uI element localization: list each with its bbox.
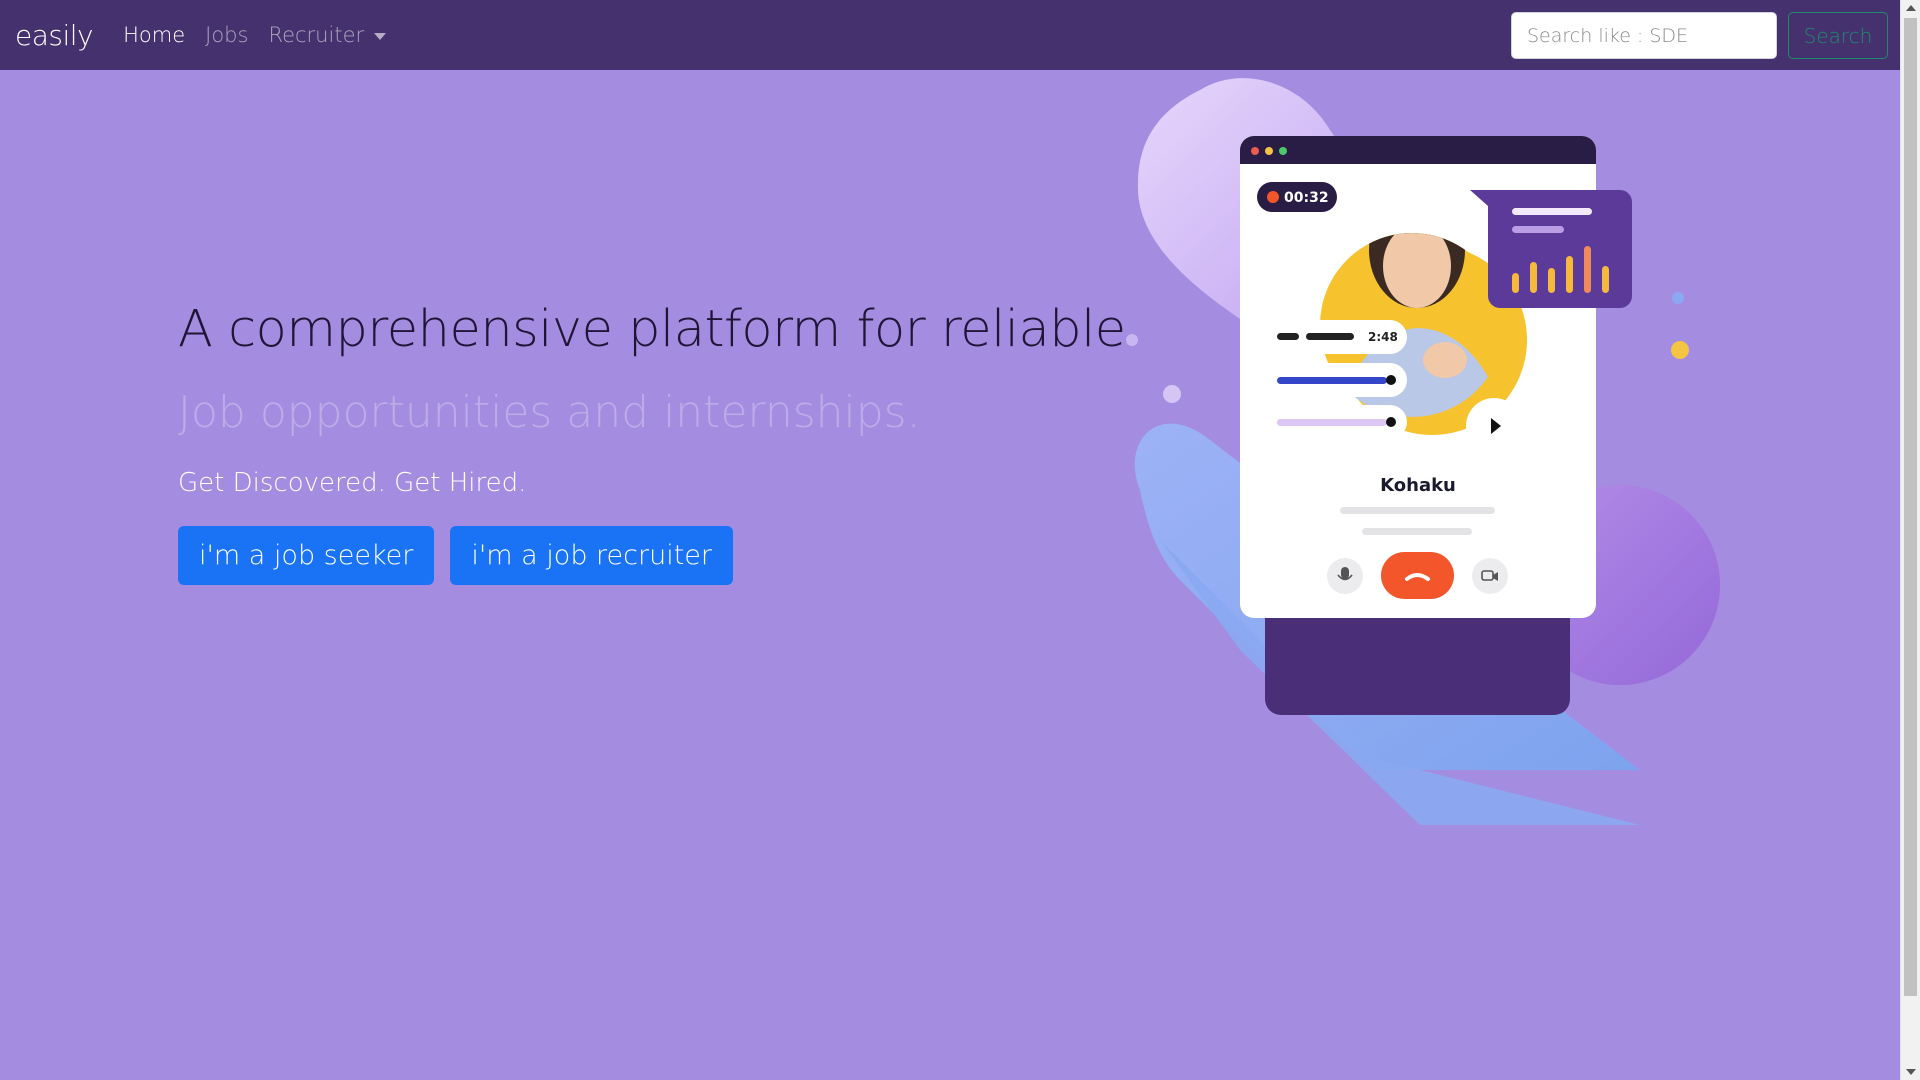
nav-link-jobs[interactable]: Jobs: [205, 23, 248, 47]
vertical-scrollbar[interactable]: [1900, 0, 1920, 1080]
scroll-thumb[interactable]: [1904, 18, 1917, 996]
timer-text: 00:32: [1284, 190, 1329, 206]
hero-tagline: Get Discovered. Get Hired.: [178, 468, 527, 498]
caret-down-icon: [374, 32, 387, 40]
window-titlebar: [1240, 136, 1596, 164]
hero-illustration: 00:32 2:48 Kohaku: [1126, 78, 1720, 825]
window-close-dot: [1251, 147, 1259, 155]
recruiter-dropdown-label: Recruiter: [268, 23, 365, 47]
caller-name: Kohaku: [1380, 475, 1456, 496]
nav-link-home[interactable]: Home: [123, 23, 185, 47]
decor-dot: [1163, 385, 1181, 403]
recruiter-dropdown[interactable]: Recruiter: [268, 23, 387, 47]
window-minimize-dot: [1265, 147, 1273, 155]
hero-headline: A comprehensive platform for reliable: [178, 300, 1126, 359]
video-button: [1472, 558, 1508, 594]
scroll-up-arrow-icon[interactable]: [1906, 5, 1916, 11]
brand-logo[interactable]: easily: [15, 19, 94, 52]
hero-section: A comprehensive platform for reliable Jo…: [178, 300, 1126, 585]
recording-dot-icon: [1267, 191, 1279, 203]
decor-dot: [1126, 334, 1138, 346]
search-button[interactable]: Search: [1788, 12, 1888, 59]
search-form: Search: [1511, 12, 1888, 59]
job-seeker-button[interactable]: i'm a job seeker: [178, 526, 435, 585]
job-recruiter-button[interactable]: i'm a job recruiter: [450, 526, 734, 585]
scroll-down-arrow-icon[interactable]: [1906, 1069, 1916, 1075]
track-time-text: 2:48: [1368, 330, 1398, 344]
window-maximize-dot: [1279, 147, 1287, 155]
decor-dot: [1672, 292, 1684, 304]
hero-typed-text: Job opportunities and internships.: [178, 387, 921, 438]
search-input[interactable]: [1511, 12, 1777, 59]
cta-row: i'm a job seeker i'm a job recruiter: [178, 526, 1126, 585]
nav-links: Home Jobs Recruiter: [123, 23, 387, 47]
decor-dot: [1671, 341, 1689, 359]
navbar: easily Home Jobs Recruiter Search: [0, 0, 1900, 70]
mic-icon: [1341, 567, 1349, 579]
